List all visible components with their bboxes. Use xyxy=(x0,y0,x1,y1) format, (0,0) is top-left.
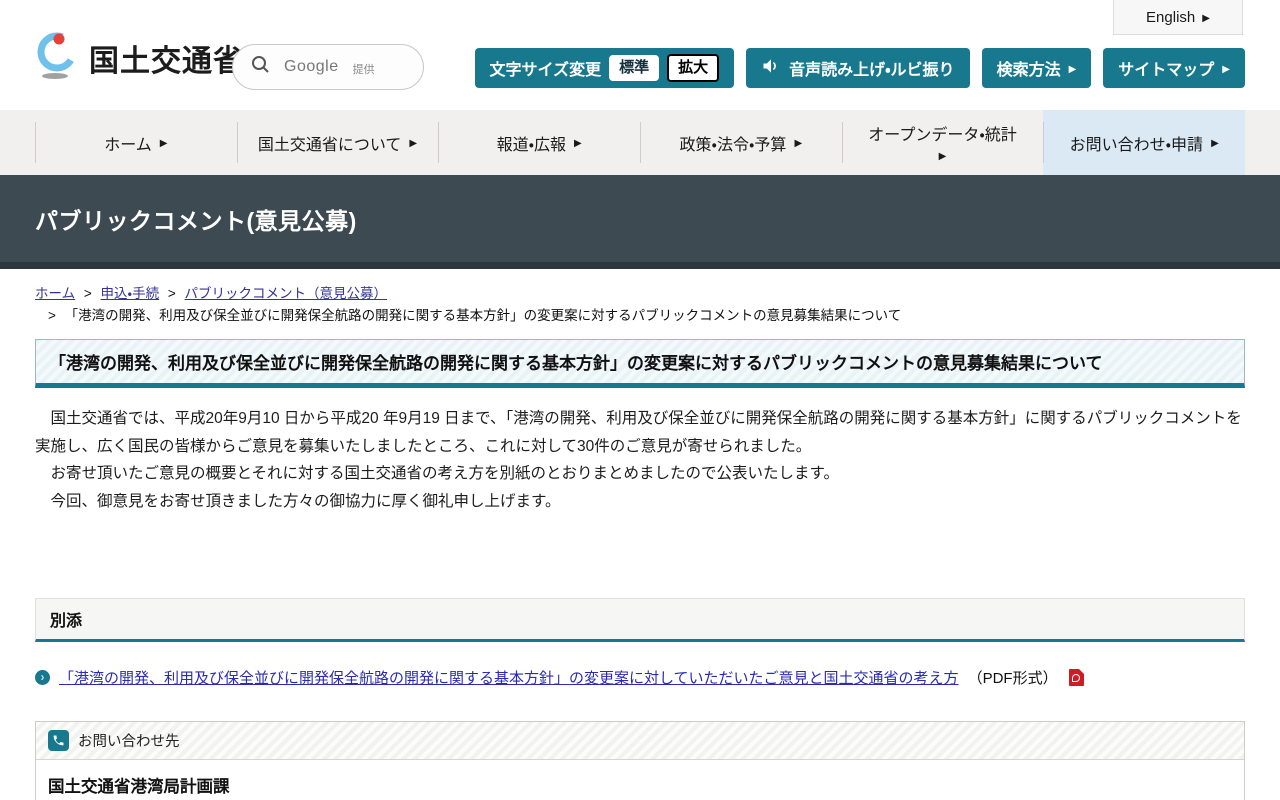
sitemap-button[interactable]: サイトマップ ▶ xyxy=(1103,48,1245,88)
site-logo[interactable]: 国土交通省 xyxy=(33,30,244,85)
contact-department: 国土交通省港湾局計画課 xyxy=(48,778,230,796)
chevron-circle-icon: › xyxy=(35,670,50,685)
arrow-right-icon: ▶ xyxy=(1202,12,1210,24)
breadcrumb-current: > 「港湾の開発、利用及び保全並びに開発保全航路の開発に関する基本方針」の変更案… xyxy=(35,306,1245,326)
paragraph-1: 国土交通省では、平成20年9月10 日から平成20 年9月19 日まで、「港湾の… xyxy=(35,410,1242,455)
sitemap-label: サイトマップ xyxy=(1118,62,1215,79)
phone-icon xyxy=(48,730,69,751)
logo-text: 国土交通省 xyxy=(89,44,244,78)
search-method-label: 検索方法 xyxy=(996,62,1061,79)
article-body: 国土交通省では、平成20年9月10 日から平成20 年9月19 日まで、「港湾の… xyxy=(35,405,1245,515)
paragraph-2: お寄せ頂いたご意見の概要とそれに対する国土交通省の考え方を別紙のとおりまとめまし… xyxy=(35,465,840,482)
nav-label: 政策・法令・予算 xyxy=(679,136,787,154)
breadcrumb: ホーム > 申込・手続 > パブリックコメント（意見公募） xyxy=(35,284,1245,304)
arrow-right-icon: ▶ xyxy=(1211,138,1219,149)
nav-item-home[interactable]: ホーム ▶ xyxy=(35,110,237,175)
main-content: ホーム > 申込・手続 > パブリックコメント（意見公募） > 「港湾の開発、利… xyxy=(0,284,1280,800)
breadcrumb-separator: > xyxy=(48,308,56,323)
font-size-control: 文字サイズ変更 標準 拡大 xyxy=(474,48,735,88)
breadcrumb-separator: > xyxy=(83,286,92,301)
breadcrumb-link-procedures[interactable]: 申込・手続 xyxy=(101,286,160,301)
font-size-label: 文字サイズ変更 xyxy=(489,62,602,79)
search-provider-label: Google xyxy=(284,58,339,75)
contact-heading: お問い合わせ先 xyxy=(78,734,180,750)
search-icon xyxy=(251,55,270,79)
nav-item-contact[interactable]: お問い合わせ・申請 ▶ xyxy=(1043,110,1246,175)
page-title: パブリックコメント(意見公募) xyxy=(35,207,357,234)
speaker-icon xyxy=(761,56,781,81)
page-title-band: パブリックコメント(意見公募) xyxy=(0,175,1280,262)
breadcrumb-link-home[interactable]: ホーム xyxy=(35,286,75,301)
contact-header: お問い合わせ先 xyxy=(36,722,1244,760)
nav-label: 報道・広報 xyxy=(496,136,567,154)
pdf-file-icon xyxy=(1068,669,1084,686)
arrow-right-icon: ▶ xyxy=(938,150,947,162)
audio-readout-button[interactable]: 音声読み上げ・ルビ振り xyxy=(746,48,970,88)
pdf-format-label: （PDF形式） xyxy=(967,670,1058,687)
nav-label: 国土交通省について xyxy=(257,136,402,154)
nav-label: ホーム xyxy=(104,136,152,154)
english-label: English xyxy=(1146,8,1196,26)
contact-body: 国土交通省港湾局計画課 TEL：03-5253-8111 (内線46337) xyxy=(36,760,1244,800)
arrow-right-icon: ▶ xyxy=(574,138,582,149)
font-size-large-button[interactable]: 拡大 xyxy=(667,54,720,82)
attachment-pdf-link[interactable]: 「港湾の開発、利用及び保全並びに開発保全航路の開発に関する基本方針」の変更案に対… xyxy=(59,667,959,688)
nav-label: オープンデータ・統計 xyxy=(868,126,1017,144)
site-header: English ▶ 国土交通省 Google 提供 文字サイズ変更 標準 拡大 … xyxy=(0,0,1280,110)
attachment-section-heading: 別添 xyxy=(35,598,1245,642)
mlit-logo-icon xyxy=(33,30,81,85)
breadcrumb-link-publiccomment[interactable]: パブリックコメント（意見公募） xyxy=(185,286,388,301)
breadcrumb-current-text: 「港湾の開発、利用及び保全並びに開発保全航路の開発に関する基本方針」の変更案に対… xyxy=(64,308,902,323)
nav-label: お問い合わせ・申請 xyxy=(1069,136,1204,154)
nav-item-opendata[interactable]: オープンデータ・統計 ▶ xyxy=(841,110,1044,175)
nav-item-press[interactable]: 報道・広報 ▶ xyxy=(438,110,640,175)
arrow-right-icon: ▶ xyxy=(1068,63,1077,75)
article-heading: 「港湾の開発、利用及び保全並びに開発保全航路の開発に関する基本方針」の変更案に対… xyxy=(35,339,1245,388)
site-search-input[interactable]: Google 提供 xyxy=(232,44,424,90)
arrow-right-icon: ▶ xyxy=(409,138,418,149)
search-method-button[interactable]: 検索方法 ▶ xyxy=(981,48,1092,88)
paragraph-3: 今回、御意見をお寄せ頂きました方々の御協力に厚く御礼申し上げます。 xyxy=(35,492,561,510)
font-size-standard-button[interactable]: 標準 xyxy=(609,55,660,81)
english-button[interactable]: English ▶ xyxy=(1113,0,1243,35)
audio-readout-label: 音声読み上げ・ルビ振り xyxy=(789,62,955,79)
arrow-right-icon: ▶ xyxy=(1222,63,1230,75)
nav-item-about[interactable]: 国土交通省について ▶ xyxy=(236,110,439,175)
attachment-link-row: › 「港湾の開発、利用及び保全並びに開発保全航路の開発に関する基本方針」の変更案… xyxy=(35,667,1245,688)
search-provided-label: 提供 xyxy=(352,63,375,76)
breadcrumb-separator: > xyxy=(167,286,176,301)
global-nav: ホーム ▶ 国土交通省について ▶ 報道・広報 ▶ 政策・法令・予算 ▶ オープ… xyxy=(0,110,1280,175)
header-utility-buttons: 文字サイズ変更 標準 拡大 音声読み上げ・ルビ振り 検索方法 ▶ サイトマップ … xyxy=(474,48,1245,88)
nav-item-policy[interactable]: 政策・法令・予算 ▶ xyxy=(640,110,842,175)
arrow-right-icon: ▶ xyxy=(159,138,168,149)
contact-box: お問い合わせ先 国土交通省港湾局計画課 TEL：03-5253-8111 (内線… xyxy=(35,721,1245,800)
title-band-strip xyxy=(0,262,1280,269)
arrow-right-icon: ▶ xyxy=(794,138,803,149)
